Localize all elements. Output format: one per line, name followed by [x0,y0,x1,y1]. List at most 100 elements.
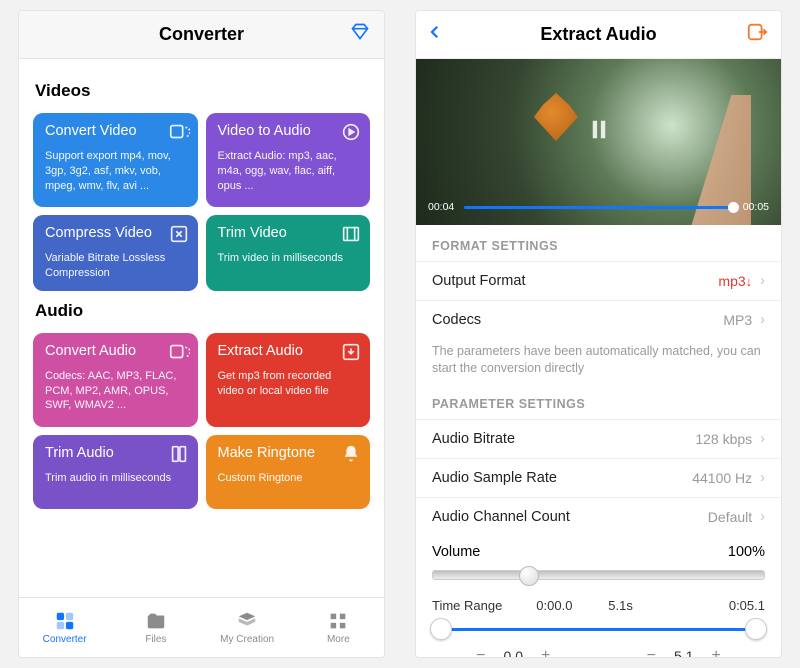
card-desc: Codecs: AAC, MP3, FLAC, PCM, MP2, AMR, O… [45,369,186,414]
decrement-start-button[interactable]: − [476,647,485,657]
card-compress-video[interactable]: Compress Video Variable Bitrate Lossless… [33,215,198,291]
card-title: Make Ringtone [218,445,359,461]
row-label: Audio Sample Rate [432,470,692,486]
card-title: Extract Audio [218,343,359,359]
row-value: MP3 [723,312,752,328]
converter-screen: Converter Videos Convert Video Support e… [18,10,385,658]
row-value: mp3 [718,273,745,289]
tab-more[interactable]: More [293,598,384,657]
chevron-right-icon: › [760,470,765,486]
body: Videos Convert Video Support export mp4,… [19,59,384,597]
time-range-end: 0:05.1 [669,598,765,613]
back-button[interactable] [426,23,444,46]
range-knob-end[interactable] [745,618,767,640]
time-duration: 00:05 [743,201,769,213]
compress-icon [168,223,190,250]
bell-icon [340,443,362,470]
extract-audio-screen: Extract Audio 00:04 00:05 FORMAT SETTING… [415,10,782,658]
audio-cards: Convert Audio Codecs: AAC, MP3, FLAC, PC… [33,333,370,509]
row-value: Default [708,509,752,525]
premium-icon[interactable] [350,22,370,47]
card-desc: Trim audio in milliseconds [45,471,186,486]
card-trim-video[interactable]: Trim Video Trim video in milliseconds [206,215,371,291]
increment-start-button[interactable]: + [541,647,550,657]
card-desc: Trim video in milliseconds [218,251,359,266]
download-icon [340,341,362,368]
time-range-slider[interactable] [432,621,765,637]
tab-converter[interactable]: Converter [19,598,110,657]
card-video-to-audio[interactable]: Video to Audio Extract Audio: mp3, aac, … [206,113,371,207]
time-current: 00:04 [428,201,454,213]
row-volume: Volume 100% [416,536,781,564]
video-preview[interactable]: 00:04 00:05 [416,59,781,225]
time-range-header: Time Range 0:00.0 5.1s 0:05.1 [416,584,781,617]
row-label: Audio Channel Count [432,509,708,525]
card-title: Compress Video [45,225,186,241]
tab-label: Files [145,634,166,645]
increment-end-button[interactable]: + [711,647,720,657]
tab-label: Converter [43,634,87,645]
chevron-right-icon: › [760,509,765,525]
row-audio-channel-count[interactable]: Audio Channel Count Default › [416,497,781,536]
row-audio-bitrate[interactable]: Audio Bitrate 128 kbps › [416,419,781,458]
row-value: 128 kbps [695,431,752,447]
volume-value: 100% [728,544,765,560]
section-heading-audio: Audio [35,301,370,321]
page-title: Extract Audio [540,24,656,45]
adj-end-value: 5.1 [674,648,693,657]
row-codecs[interactable]: Codecs MP3 › [416,300,781,339]
row-value: 44100 Hz [692,470,752,486]
row-label: Audio Bitrate [432,431,695,447]
time-range-adjust: − 0.0 + − 5.1 + [416,641,781,657]
convert-icon [168,341,190,368]
format-note: The parameters have been automatically m… [416,339,781,383]
card-desc: Variable Bitrate Lossless Compression [45,251,186,281]
volume-label: Volume [432,544,480,560]
card-desc: Get mp3 from recorded video or local vid… [218,369,359,399]
tab-label: My Creation [220,634,274,645]
time-range-start: 0:00.0 [536,598,572,613]
card-title: Trim Video [218,225,359,241]
row-label: Codecs [432,312,723,328]
chevron-right-icon: › [760,431,765,447]
range-knob-start[interactable] [430,618,452,640]
trim-audio-icon [168,443,190,470]
tab-bar: Converter Files My Creation More [19,597,384,657]
card-convert-audio[interactable]: Convert Audio Codecs: AAC, MP3, FLAC, PC… [33,333,198,427]
card-desc: Extract Audio: mp3, aac, m4a, ogg, wav, … [218,149,359,194]
row-label: Output Format [432,273,718,289]
card-title: Convert Video [45,123,186,139]
convert-icon [168,121,190,148]
chevron-right-icon: › [760,312,765,328]
time-range-label: Time Range [432,598,528,613]
adj-start-value: 0.0 [504,648,523,657]
tab-label: More [327,634,350,645]
export-button[interactable] [745,21,769,48]
chevron-right-icon: › [760,273,765,289]
header: Converter [19,11,384,59]
time-range-mid: 5.1s [572,598,668,613]
section-heading-videos: Videos [35,81,370,101]
card-desc: Support export mp4, mov, 3gp, 3g2, asf, … [45,149,186,194]
row-output-format[interactable]: Output Format mp3 ↓ › [416,261,781,300]
volume-knob[interactable] [519,566,539,586]
card-convert-video[interactable]: Convert Video Support export mp4, mov, 3… [33,113,198,207]
parameter-settings-heading: PARAMETER SETTINGS [416,383,781,419]
card-extract-audio[interactable]: Extract Audio Get mp3 from recorded vide… [206,333,371,427]
video-progress[interactable]: 00:04 00:05 [428,201,769,213]
card-trim-audio[interactable]: Trim Audio Trim audio in milliseconds [33,435,198,509]
progress-knob[interactable] [728,202,739,213]
pause-icon[interactable] [584,115,614,150]
card-make-ringtone[interactable]: Make Ringtone Custom Ringtone [206,435,371,509]
decrement-end-button[interactable]: − [647,647,656,657]
tab-my-creation[interactable]: My Creation [202,598,293,657]
card-title: Video to Audio [218,123,359,139]
format-settings-heading: FORMAT SETTINGS [416,225,781,261]
video-cards: Convert Video Support export mp4, mov, 3… [33,113,370,291]
tab-files[interactable]: Files [110,598,201,657]
row-audio-sample-rate[interactable]: Audio Sample Rate 44100 Hz › [416,458,781,497]
volume-slider[interactable] [432,570,765,580]
audio-icon [340,121,362,148]
card-desc: Custom Ringtone [218,471,359,486]
header: Extract Audio [416,11,781,59]
